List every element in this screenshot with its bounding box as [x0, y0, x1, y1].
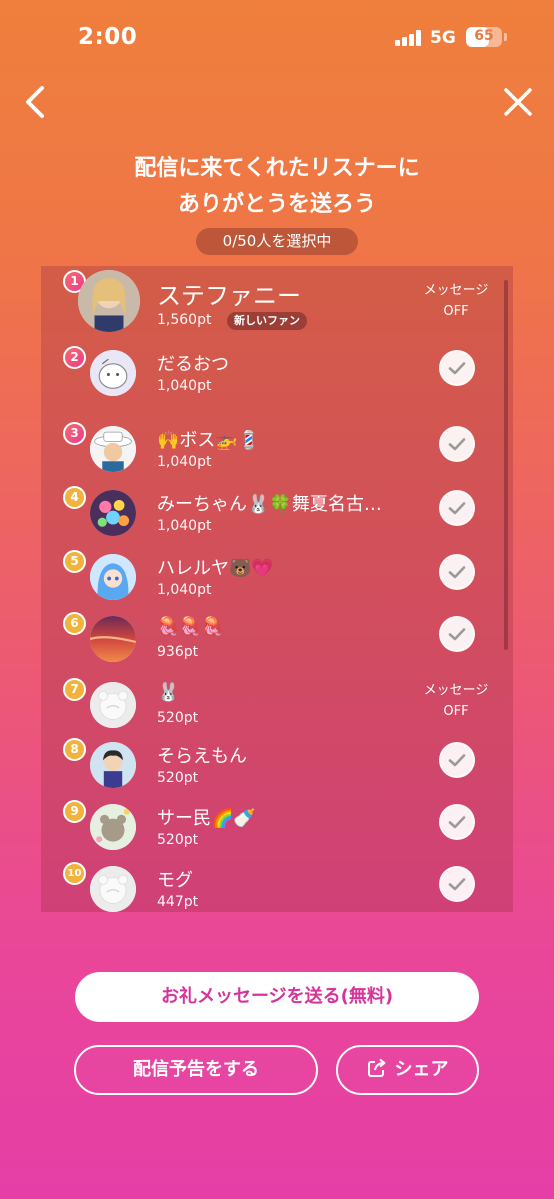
listener-points: 1,560pt	[157, 312, 212, 328]
select-checkbox[interactable]	[439, 742, 475, 778]
signal-icon	[395, 30, 421, 46]
listener-name: そらえもん	[157, 746, 247, 767]
select-checkbox[interactable]	[439, 350, 475, 386]
select-checkbox[interactable]	[439, 490, 475, 526]
rank-badge: 2	[63, 346, 86, 369]
avatar[interactable]	[90, 866, 136, 912]
rank-badge: 3	[63, 422, 86, 445]
battery-level: 65	[474, 28, 494, 44]
rank-badge: 7	[63, 678, 86, 701]
network-label: 5G	[430, 28, 456, 48]
listener-row[interactable]: 7 🐰 520pt メッセージ OFF	[41, 676, 513, 736]
listener-row[interactable]: 10 モグ 447pt	[41, 860, 513, 912]
battery-tip	[504, 33, 507, 41]
rank-badge: 5	[63, 550, 86, 573]
select-checkbox[interactable]	[439, 866, 475, 902]
listener-points: 447pt	[157, 894, 199, 910]
battery-icon: 65	[466, 27, 502, 47]
listener-points: 1,040pt	[157, 518, 212, 534]
check-icon	[441, 868, 473, 900]
share-label: シェア	[394, 1059, 449, 1080]
check-icon	[441, 618, 473, 650]
avatar[interactable]	[90, 742, 136, 788]
listener-name: だるおつ	[157, 354, 229, 375]
avatar[interactable]	[90, 554, 136, 600]
listener-points: 1,040pt	[157, 454, 212, 470]
check-icon	[441, 806, 473, 838]
close-icon	[504, 88, 532, 116]
rank-badge: 9	[63, 800, 86, 823]
close-button[interactable]	[500, 84, 536, 120]
message-off-label: メッセージ OFF	[423, 683, 489, 719]
avatar[interactable]	[90, 616, 136, 662]
listener-points: 1,040pt	[157, 378, 212, 394]
status-time: 2:00	[78, 24, 138, 50]
listener-name: ハレルヤ🐻💗	[157, 558, 274, 579]
avatar[interactable]	[90, 804, 136, 850]
page-title-line2: ありがとうを送ろう	[177, 192, 376, 217]
avatar[interactable]	[90, 490, 136, 536]
listener-row[interactable]: 9 サー民🌈🍼 520pt	[41, 798, 513, 858]
listener-points: 936pt	[157, 644, 199, 660]
rank-badge: 10	[63, 862, 86, 885]
announce-button[interactable]: 配信予告をする	[74, 1045, 318, 1095]
listener-points: 1,040pt	[157, 582, 212, 598]
listener-name: みーちゃん🐰🍀舞夏名古屋…	[157, 494, 397, 515]
select-checkbox[interactable]	[439, 616, 475, 652]
listener-row[interactable]: 8 そらえもん 520pt	[41, 736, 513, 796]
rank-badge: 8	[63, 738, 86, 761]
page-title-line1: 配信に来てくれたリスナーに	[134, 156, 420, 181]
listener-row[interactable]: 4 みーちゃん🐰🍀舞夏名古屋… 1,040pt	[41, 484, 513, 544]
status-bar: 2:00 5G 65	[0, 0, 554, 72]
share-button[interactable]: シェア	[336, 1045, 479, 1095]
check-icon	[441, 352, 473, 384]
check-icon	[441, 744, 473, 776]
select-checkbox[interactable]	[439, 426, 475, 462]
listener-row[interactable]: 6 🪼🪼🪼 936pt	[41, 610, 513, 670]
listener-name: サー民🌈🍼	[157, 808, 256, 829]
listener-name: ステファニー	[157, 282, 301, 310]
avatar[interactable]	[90, 426, 136, 472]
listener-points: 520pt	[157, 832, 199, 848]
listener-name: 🙌ボス🚁💈	[157, 430, 261, 451]
rank-badge: 4	[63, 486, 86, 509]
listener-points: 520pt	[157, 710, 199, 726]
back-icon	[26, 86, 44, 118]
select-checkbox[interactable]	[439, 804, 475, 840]
listener-row[interactable]: 5 ハレルヤ🐻💗 1,040pt	[41, 548, 513, 608]
listener-name: 🪼🪼🪼	[157, 616, 225, 637]
listener-list[interactable]: 1 ステファニー 1,560pt 新しいファン メッセージ OFF 2 だるおつ 1,040p…	[41, 266, 513, 912]
list-scrollbar[interactable]	[504, 280, 508, 650]
listener-row[interactable]: 2 だるおつ 1,040pt	[41, 344, 513, 404]
rank-badge: 6	[63, 612, 86, 635]
avatar[interactable]	[90, 350, 136, 396]
selection-counter: 0/50人を選択中	[196, 228, 358, 255]
listener-row[interactable]: 1 ステファニー 1,560pt 新しいファン メッセージ OFF	[41, 266, 513, 338]
share-icon	[367, 1058, 385, 1077]
new-fan-badge: 新しいファン	[227, 312, 307, 330]
message-off-label: メッセージ OFF	[423, 283, 489, 319]
check-icon	[441, 556, 473, 588]
send-thanks-button[interactable]: お礼メッセージを送る(無料)	[75, 972, 479, 1022]
avatar[interactable]	[90, 682, 136, 728]
listener-row[interactable]: 3 🙌ボス🚁💈 1,040pt	[41, 420, 513, 480]
select-checkbox[interactable]	[439, 554, 475, 590]
check-icon	[441, 492, 473, 524]
avatar[interactable]	[78, 270, 140, 332]
listener-name: モグ	[157, 870, 193, 891]
back-button[interactable]	[20, 84, 56, 120]
check-icon	[441, 428, 473, 460]
listener-points: 520pt	[157, 770, 199, 786]
listener-name: 🐰	[157, 682, 180, 703]
